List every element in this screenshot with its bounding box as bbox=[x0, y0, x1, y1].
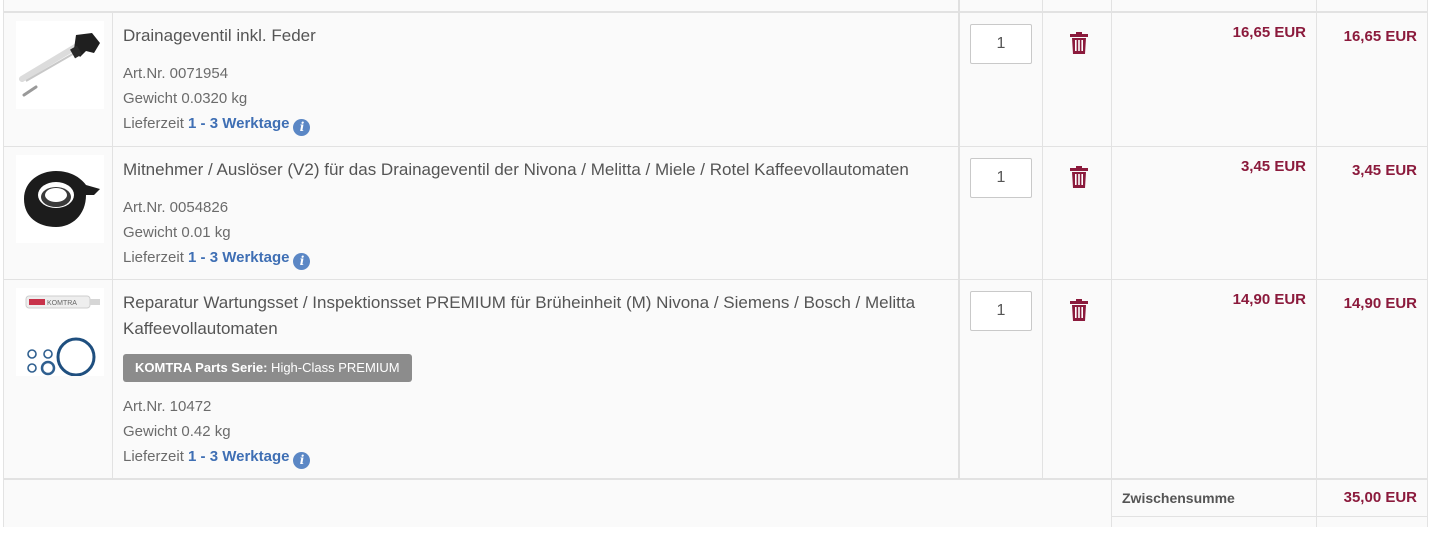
product-image[interactable] bbox=[16, 21, 104, 109]
unit-price: 16,65 EUR bbox=[1232, 24, 1306, 41]
info-icon[interactable]: i bbox=[293, 119, 311, 136]
driver-release-icon bbox=[24, 171, 100, 227]
product-title[interactable]: Drainageventil inkl. Feder bbox=[123, 23, 953, 49]
summary-divider bbox=[1112, 516, 1427, 517]
column-divider bbox=[1111, 0, 1112, 527]
quantity-input[interactable] bbox=[970, 291, 1032, 331]
delivery-time: Lieferzeit 1 - 3 Werktage i bbox=[123, 249, 311, 270]
delivery-label: Lieferzeit bbox=[123, 249, 184, 266]
row-divider bbox=[4, 146, 1427, 147]
drain-valve-icon bbox=[19, 33, 100, 97]
product-image[interactable]: KOMTRA bbox=[16, 288, 104, 376]
info-icon[interactable]: i bbox=[293, 452, 311, 469]
column-divider bbox=[1316, 0, 1317, 527]
article-number: Art.Nr. 0054826 bbox=[123, 199, 229, 216]
product-weight: Gewicht 0.01 kg bbox=[123, 224, 231, 241]
cart-table: Drainageventil inkl. Feder Art.Nr. 00719… bbox=[3, 0, 1428, 527]
badge-text: High-Class PREMIUM bbox=[267, 360, 400, 375]
maintenance-kit-icon: KOMTRA bbox=[25, 295, 100, 376]
row-divider bbox=[4, 478, 1427, 480]
total-price: 3,45 EUR bbox=[1351, 162, 1417, 179]
delivery-value: 1 - 3 Werktage bbox=[188, 115, 290, 132]
badge-prefix: KOMTRA Parts Serie: bbox=[135, 360, 268, 375]
quantity-input[interactable] bbox=[970, 24, 1032, 64]
product-image[interactable] bbox=[16, 155, 104, 243]
total-price: 14,90 EUR bbox=[1343, 295, 1417, 312]
row-divider bbox=[4, 279, 1427, 280]
product-weight: Gewicht 0.0320 kg bbox=[123, 90, 248, 107]
article-number: Art.Nr. 0071954 bbox=[123, 65, 229, 82]
delivery-label: Lieferzeit bbox=[123, 115, 184, 132]
quantity-input[interactable] bbox=[970, 158, 1032, 198]
product-title[interactable]: Mitnehmer / Auslöser (V2) für das Draina… bbox=[123, 157, 953, 183]
article-number: Art.Nr. 10472 bbox=[123, 398, 212, 415]
unit-price: 14,90 EUR bbox=[1232, 291, 1306, 308]
column-divider bbox=[958, 0, 960, 479]
delivery-time: Lieferzeit 1 - 3 Werktage i bbox=[123, 448, 311, 469]
product-title[interactable]: Reparatur Wartungsset / Inspektionsset P… bbox=[123, 290, 953, 342]
column-divider bbox=[1042, 0, 1043, 479]
subtotal-label: Zwischensumme bbox=[1122, 490, 1235, 506]
delivery-time: Lieferzeit 1 - 3 Werktage i bbox=[123, 115, 311, 136]
trash-icon[interactable] bbox=[1070, 166, 1088, 188]
unit-price: 3,45 EUR bbox=[1240, 158, 1306, 175]
column-divider bbox=[112, 11, 113, 479]
trash-icon[interactable] bbox=[1070, 299, 1088, 321]
delivery-value: 1 - 3 Werktage bbox=[188, 249, 290, 266]
series-badge: KOMTRA Parts Serie: High-Class PREMIUM bbox=[123, 354, 412, 382]
product-weight: Gewicht 0.42 kg bbox=[123, 423, 231, 440]
subtotal-value: 35,00 EUR bbox=[1343, 489, 1417, 506]
delivery-label: Lieferzeit bbox=[123, 448, 184, 465]
delivery-value: 1 - 3 Werktage bbox=[188, 448, 290, 465]
trash-icon[interactable] bbox=[1070, 32, 1088, 54]
row-divider bbox=[4, 11, 1427, 13]
info-icon[interactable]: i bbox=[293, 253, 311, 270]
total-price: 16,65 EUR bbox=[1343, 28, 1417, 45]
tube-label: KOMTRA bbox=[47, 300, 77, 307]
